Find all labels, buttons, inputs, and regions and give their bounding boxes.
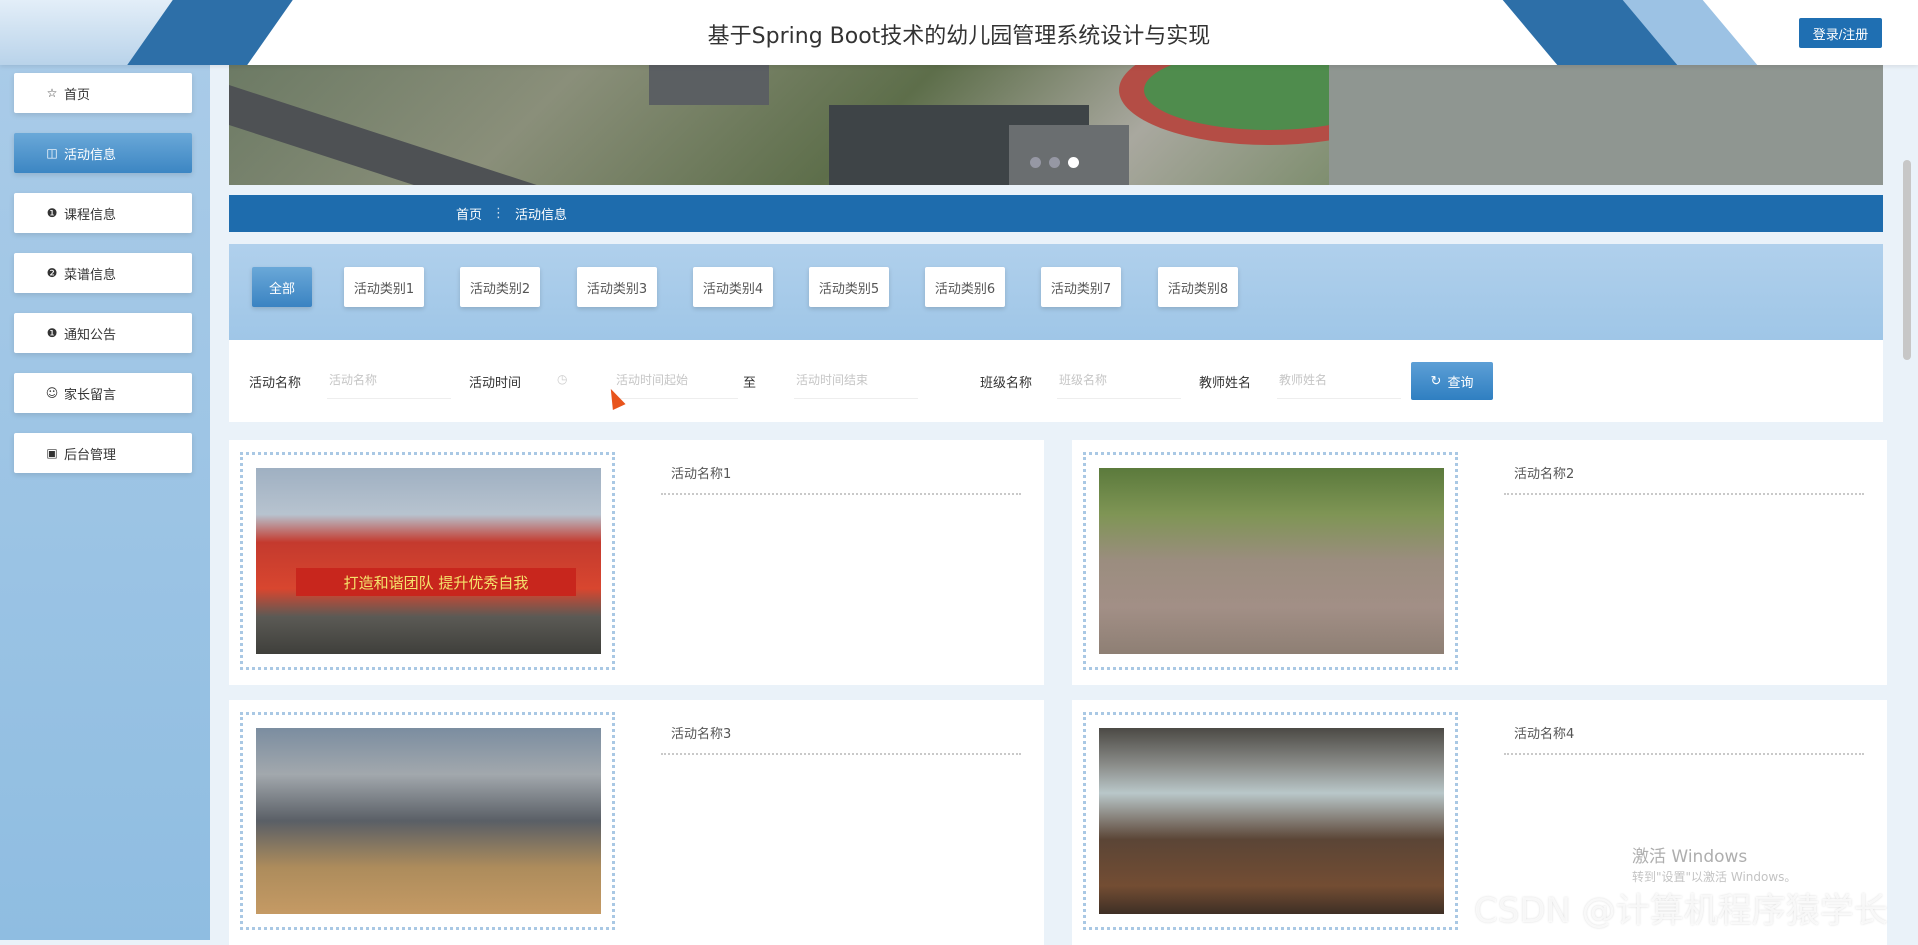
csdn-watermark: CSDN @计算机程序猿学长 (1474, 891, 1888, 931)
carousel-dot-active[interactable] (1068, 157, 1079, 168)
carousel-dots (1030, 157, 1079, 168)
category-tab-all[interactable]: 全部 (252, 267, 312, 307)
category-tab[interactable]: 活动类别8 (1158, 267, 1238, 307)
sidebar-item-home[interactable]: ☆ 首页 (14, 73, 192, 113)
teacher-name-input[interactable] (1277, 362, 1401, 399)
sidebar-item-label: 活动信息 (64, 147, 117, 163)
activity-name-label: 活动名称 (249, 376, 302, 391)
banner-building (649, 65, 769, 105)
sidebar-item-admin[interactable]: ▣ 后台管理 (14, 433, 192, 473)
sidebar-item-recipes[interactable]: ❷ 菜谱信息 (14, 253, 192, 293)
activity-photo[interactable] (1099, 468, 1444, 654)
activity-time-end-input[interactable] (794, 362, 918, 399)
activity-card[interactable]: 打造和谐团队 提升优秀自我 活动名称1 (229, 440, 1044, 685)
category-filter-panel: 全部 活动类别1 活动类别2 活动类别3 活动类别4 活动类别5 活动类别6 活… (229, 244, 1883, 340)
info-icon: ❶ (46, 206, 58, 220)
activity-name[interactable]: 活动名称1 (671, 463, 731, 482)
sidebar-item-label: 菜谱信息 (64, 267, 117, 283)
activity-photo[interactable] (1099, 728, 1444, 914)
query-button[interactable]: ↻ 查询 (1411, 362, 1493, 400)
smile-icon: ☺ (45, 386, 59, 400)
carousel-dot[interactable] (1049, 157, 1060, 168)
name-divider (1504, 493, 1864, 495)
sidebar-item-activities[interactable]: ◫ 活动信息 (14, 133, 192, 173)
sidebar-item-label: 通知公告 (64, 327, 117, 343)
login-register-button[interactable]: 登录/注册 (1799, 18, 1882, 48)
sidebar-item-label: 家长留言 (64, 387, 117, 403)
activity-name[interactable]: 活动名称3 (671, 723, 731, 742)
name-divider (661, 493, 1021, 495)
calendar-icon: ▣ (46, 446, 58, 460)
bag-icon: ◫ (46, 146, 58, 160)
name-divider (661, 753, 1021, 755)
activity-photo[interactable]: 打造和谐团队 提升优秀自我 (256, 468, 601, 654)
activity-name-input[interactable] (327, 362, 451, 399)
activity-time-label: 活动时间 (469, 376, 522, 391)
star-icon: ☆ (46, 86, 58, 100)
category-tab[interactable]: 活动类别5 (809, 267, 889, 307)
teacher-name-label: 教师姓名 (1199, 376, 1252, 391)
question-icon: ❷ (46, 266, 58, 280)
breadcrumb: 首页 ⋮ 活动信息 (229, 195, 1883, 232)
breadcrumb-home[interactable]: 首页 (456, 204, 482, 223)
top-header: 基于Spring Boot技术的幼儿园管理系统设计与实现 登录/注册 (0, 0, 1918, 65)
sidebar: ☆ 首页 ◫ 活动信息 ❶ 课程信息 ❷ 菜谱信息 ❶ 通知公告 ☺ 家长留言 … (0, 65, 210, 940)
banner-building (1329, 65, 1883, 185)
class-name-input[interactable] (1057, 362, 1181, 399)
name-divider (1504, 753, 1864, 755)
carousel-dot[interactable] (1030, 157, 1041, 168)
activity-name[interactable]: 活动名称2 (1514, 463, 1574, 482)
site-title: 基于Spring Boot技术的幼儿园管理系统设计与实现 (707, 24, 1211, 49)
category-tab[interactable]: 活动类别7 (1041, 267, 1121, 307)
category-tab[interactable]: 活动类别1 (344, 267, 424, 307)
search-bar: 活动名称 活动时间 ◷ 至 班级名称 教师姓名 ↻ 查询 (229, 340, 1883, 422)
banner-road (229, 85, 895, 185)
info-icon: ❶ (46, 326, 58, 340)
category-tab[interactable]: 活动类别4 (693, 267, 773, 307)
class-name-label: 班级名称 (980, 376, 1033, 391)
sidebar-item-label: 首页 (64, 87, 91, 103)
scrollbar[interactable] (1903, 160, 1911, 360)
activity-photo[interactable] (256, 728, 601, 914)
windows-activation-title: 激活 Windows (1632, 847, 1748, 867)
category-tab[interactable]: 活动类别2 (460, 267, 540, 307)
breadcrumb-separator: ⋮ (492, 206, 506, 221)
banner-text: 打造和谐团队 提升优秀自我 (296, 568, 576, 596)
breadcrumb-current: 活动信息 (515, 208, 568, 223)
refresh-icon: ↻ (1430, 373, 1442, 388)
activity-time-start-input[interactable] (614, 362, 738, 399)
sidebar-item-label: 后台管理 (64, 447, 117, 463)
time-range-separator: 至 (743, 376, 757, 391)
category-tab[interactable]: 活动类别6 (925, 267, 1005, 307)
sidebar-item-messages[interactable]: ☺ 家长留言 (14, 373, 192, 413)
activity-name[interactable]: 活动名称4 (1514, 723, 1574, 742)
sidebar-item-label: 课程信息 (64, 207, 117, 223)
activity-card[interactable]: 活动名称3 (229, 700, 1044, 945)
clock-icon: ◷ (557, 372, 568, 386)
banner-building (1009, 125, 1129, 185)
activity-card[interactable]: 活动名称2 (1072, 440, 1887, 685)
query-button-label: 查询 (1447, 374, 1474, 390)
sidebar-item-notices[interactable]: ❶ 通知公告 (14, 313, 192, 353)
sidebar-item-courses[interactable]: ❶ 课程信息 (14, 193, 192, 233)
category-tab[interactable]: 活动类别3 (577, 267, 657, 307)
